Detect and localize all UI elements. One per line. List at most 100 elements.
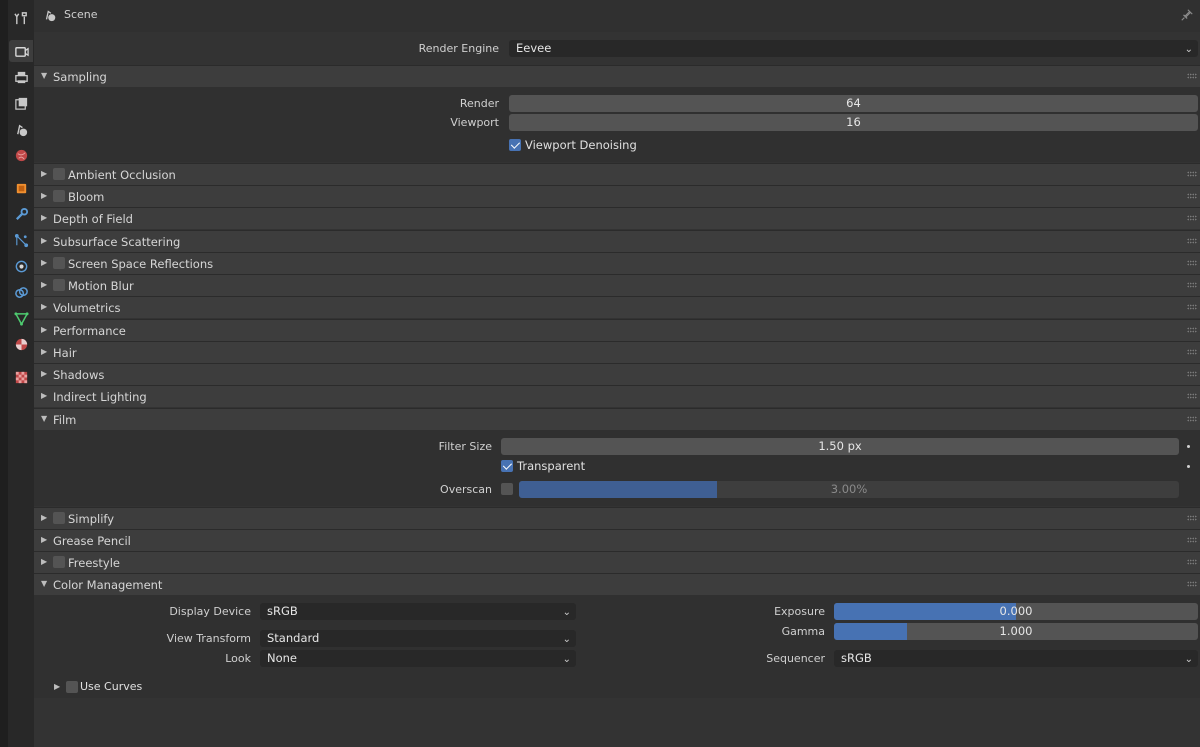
panel-screen-space-reflections[interactable]: ▶ Screen Space Reflections: [34, 252, 1200, 274]
particles-icon: [14, 233, 28, 247]
panel-freestyle[interactable]: ▶ Freestyle: [34, 551, 1200, 573]
panel-subsurface-scattering[interactable]: ▶ Subsurface Scattering: [34, 230, 1200, 252]
properties-header: Scene: [34, 0, 1200, 32]
gamma-slider[interactable]: 1.000: [834, 623, 1198, 640]
panel-performance[interactable]: ▶ Performance: [34, 319, 1200, 341]
panel-indirect-lighting[interactable]: ▶ Indirect Lighting: [34, 385, 1200, 407]
panel-sampling[interactable]: ▼ Sampling: [34, 65, 1200, 87]
render-icon: [14, 46, 29, 57]
render-samples-label: Render: [459, 97, 499, 110]
panel-color-management[interactable]: ▼ Color Management: [34, 573, 1200, 595]
look-value: None: [267, 651, 298, 665]
use-curves-label: Use Curves: [80, 680, 143, 693]
drag-grip-icon[interactable]: [1187, 260, 1197, 266]
exposure-slider[interactable]: 0.000: [834, 603, 1198, 620]
panel-grease-pencil[interactable]: ▶ Grease Pencil: [34, 529, 1200, 551]
panel-motion-blur[interactable]: ▶ Motion Blur: [34, 274, 1200, 296]
render-samples-value: 64: [846, 96, 861, 110]
drag-grip-icon[interactable]: [1187, 282, 1197, 288]
collapsed-triangle-icon: ▶: [41, 191, 48, 200]
panel-ambient-occlusion[interactable]: ▶ Ambient Occlusion: [34, 163, 1200, 185]
tab-physics[interactable]: [9, 255, 33, 277]
drag-grip-icon[interactable]: [1187, 559, 1197, 565]
viewport-samples-field[interactable]: 16: [509, 114, 1198, 131]
tab-tool[interactable]: [9, 7, 33, 29]
modifier-icon: [15, 207, 28, 220]
drag-grip-icon[interactable]: [1187, 581, 1197, 587]
drag-grip-icon[interactable]: [1187, 349, 1197, 355]
view-layer-icon: [14, 97, 27, 110]
keyframe-dot-icon[interactable]: [1187, 445, 1190, 448]
drag-grip-icon[interactable]: [1187, 171, 1197, 177]
overscan-slider[interactable]: 3.00%: [519, 481, 1179, 498]
drag-grip-icon[interactable]: [1187, 393, 1197, 399]
freestyle-checkbox[interactable]: [53, 556, 65, 568]
tab-modifier[interactable]: [9, 203, 33, 225]
panel-title: Volumetrics: [53, 301, 121, 315]
panel-bloom[interactable]: ▶ Bloom: [34, 185, 1200, 207]
tab-output[interactable]: [9, 66, 33, 88]
overscan-label: Overscan: [440, 483, 492, 496]
tab-texture[interactable]: [9, 366, 33, 388]
sequencer-value: sRGB: [841, 651, 872, 665]
drag-grip-icon[interactable]: [1187, 537, 1197, 543]
bloom-checkbox[interactable]: [53, 190, 65, 202]
render-samples-field[interactable]: 64: [509, 95, 1198, 112]
sequencer-dropdown[interactable]: sRGB ⌄: [834, 650, 1198, 667]
tab-object[interactable]: [9, 177, 33, 199]
display-device-label: Display Device: [169, 605, 251, 618]
drag-grip-icon[interactable]: [1187, 327, 1197, 333]
drag-grip-icon[interactable]: [1187, 215, 1197, 221]
collapsed-triangle-icon[interactable]: ▶: [54, 682, 60, 691]
simplify-checkbox[interactable]: [53, 512, 65, 524]
chevron-down-icon: ⌄: [1184, 654, 1193, 665]
ssr-checkbox[interactable]: [53, 257, 65, 269]
ambient-occlusion-checkbox[interactable]: [53, 168, 65, 180]
panel-shadows[interactable]: ▶ Shadows: [34, 363, 1200, 385]
keyframe-dot-icon[interactable]: [1187, 465, 1190, 468]
transparent-checkbox[interactable]: [501, 460, 513, 472]
render-engine-dropdown[interactable]: Eevee ⌄: [509, 40, 1198, 57]
panel-hair[interactable]: ▶ Hair: [34, 341, 1200, 363]
viewport-denoising-checkbox[interactable]: [509, 139, 521, 151]
use-curves-checkbox[interactable]: [66, 681, 78, 693]
tab-world[interactable]: [9, 144, 33, 166]
display-device-dropdown[interactable]: sRGB ⌄: [260, 603, 576, 620]
panel-volumetrics[interactable]: ▶ Volumetrics: [34, 296, 1200, 318]
collapsed-triangle-icon: ▶: [41, 213, 48, 222]
look-dropdown[interactable]: None ⌄: [260, 650, 576, 667]
panel-film[interactable]: ▼ Film: [34, 408, 1200, 430]
collapsed-triangle-icon: ▶: [41, 369, 48, 378]
drag-grip-icon[interactable]: [1187, 416, 1197, 422]
collapsed-triangle-icon: ▶: [41, 236, 48, 245]
drag-grip-icon[interactable]: [1187, 371, 1197, 377]
drag-grip-icon[interactable]: [1187, 515, 1197, 521]
filter-size-field[interactable]: 1.50 px: [501, 438, 1179, 455]
view-transform-dropdown[interactable]: Standard ⌄: [260, 630, 576, 647]
tab-material[interactable]: [9, 333, 33, 355]
tab-view-layer[interactable]: [9, 92, 33, 114]
drag-grip-icon[interactable]: [1187, 304, 1197, 310]
panel-title: Film: [53, 413, 77, 427]
overscan-checkbox[interactable]: [501, 483, 513, 495]
context-title: Scene: [64, 8, 98, 21]
exposure-label: Exposure: [774, 605, 825, 618]
tool-icon: [13, 11, 27, 24]
tab-scene[interactable]: [9, 118, 33, 140]
chevron-down-icon: ⌄: [562, 634, 571, 645]
panel-title: Hair: [53, 346, 77, 360]
panel-depth-of-field[interactable]: ▶ Depth of Field: [34, 207, 1200, 229]
object-icon: [16, 183, 26, 193]
pin-icon[interactable]: [1180, 8, 1194, 22]
tab-data[interactable]: [9, 307, 33, 329]
drag-grip-icon[interactable]: [1187, 238, 1197, 244]
tab-particles[interactable]: [9, 229, 33, 251]
tab-render[interactable]: [9, 40, 33, 62]
motion-blur-checkbox[interactable]: [53, 279, 65, 291]
overscan-value: 3.00%: [830, 482, 868, 496]
tab-constraints[interactable]: [9, 281, 33, 303]
drag-grip-icon[interactable]: [1187, 193, 1197, 199]
drag-grip-icon[interactable]: [1187, 73, 1197, 79]
panel-simplify[interactable]: ▶ Simplify: [34, 507, 1200, 529]
panel-title: Screen Space Reflections: [68, 257, 214, 271]
